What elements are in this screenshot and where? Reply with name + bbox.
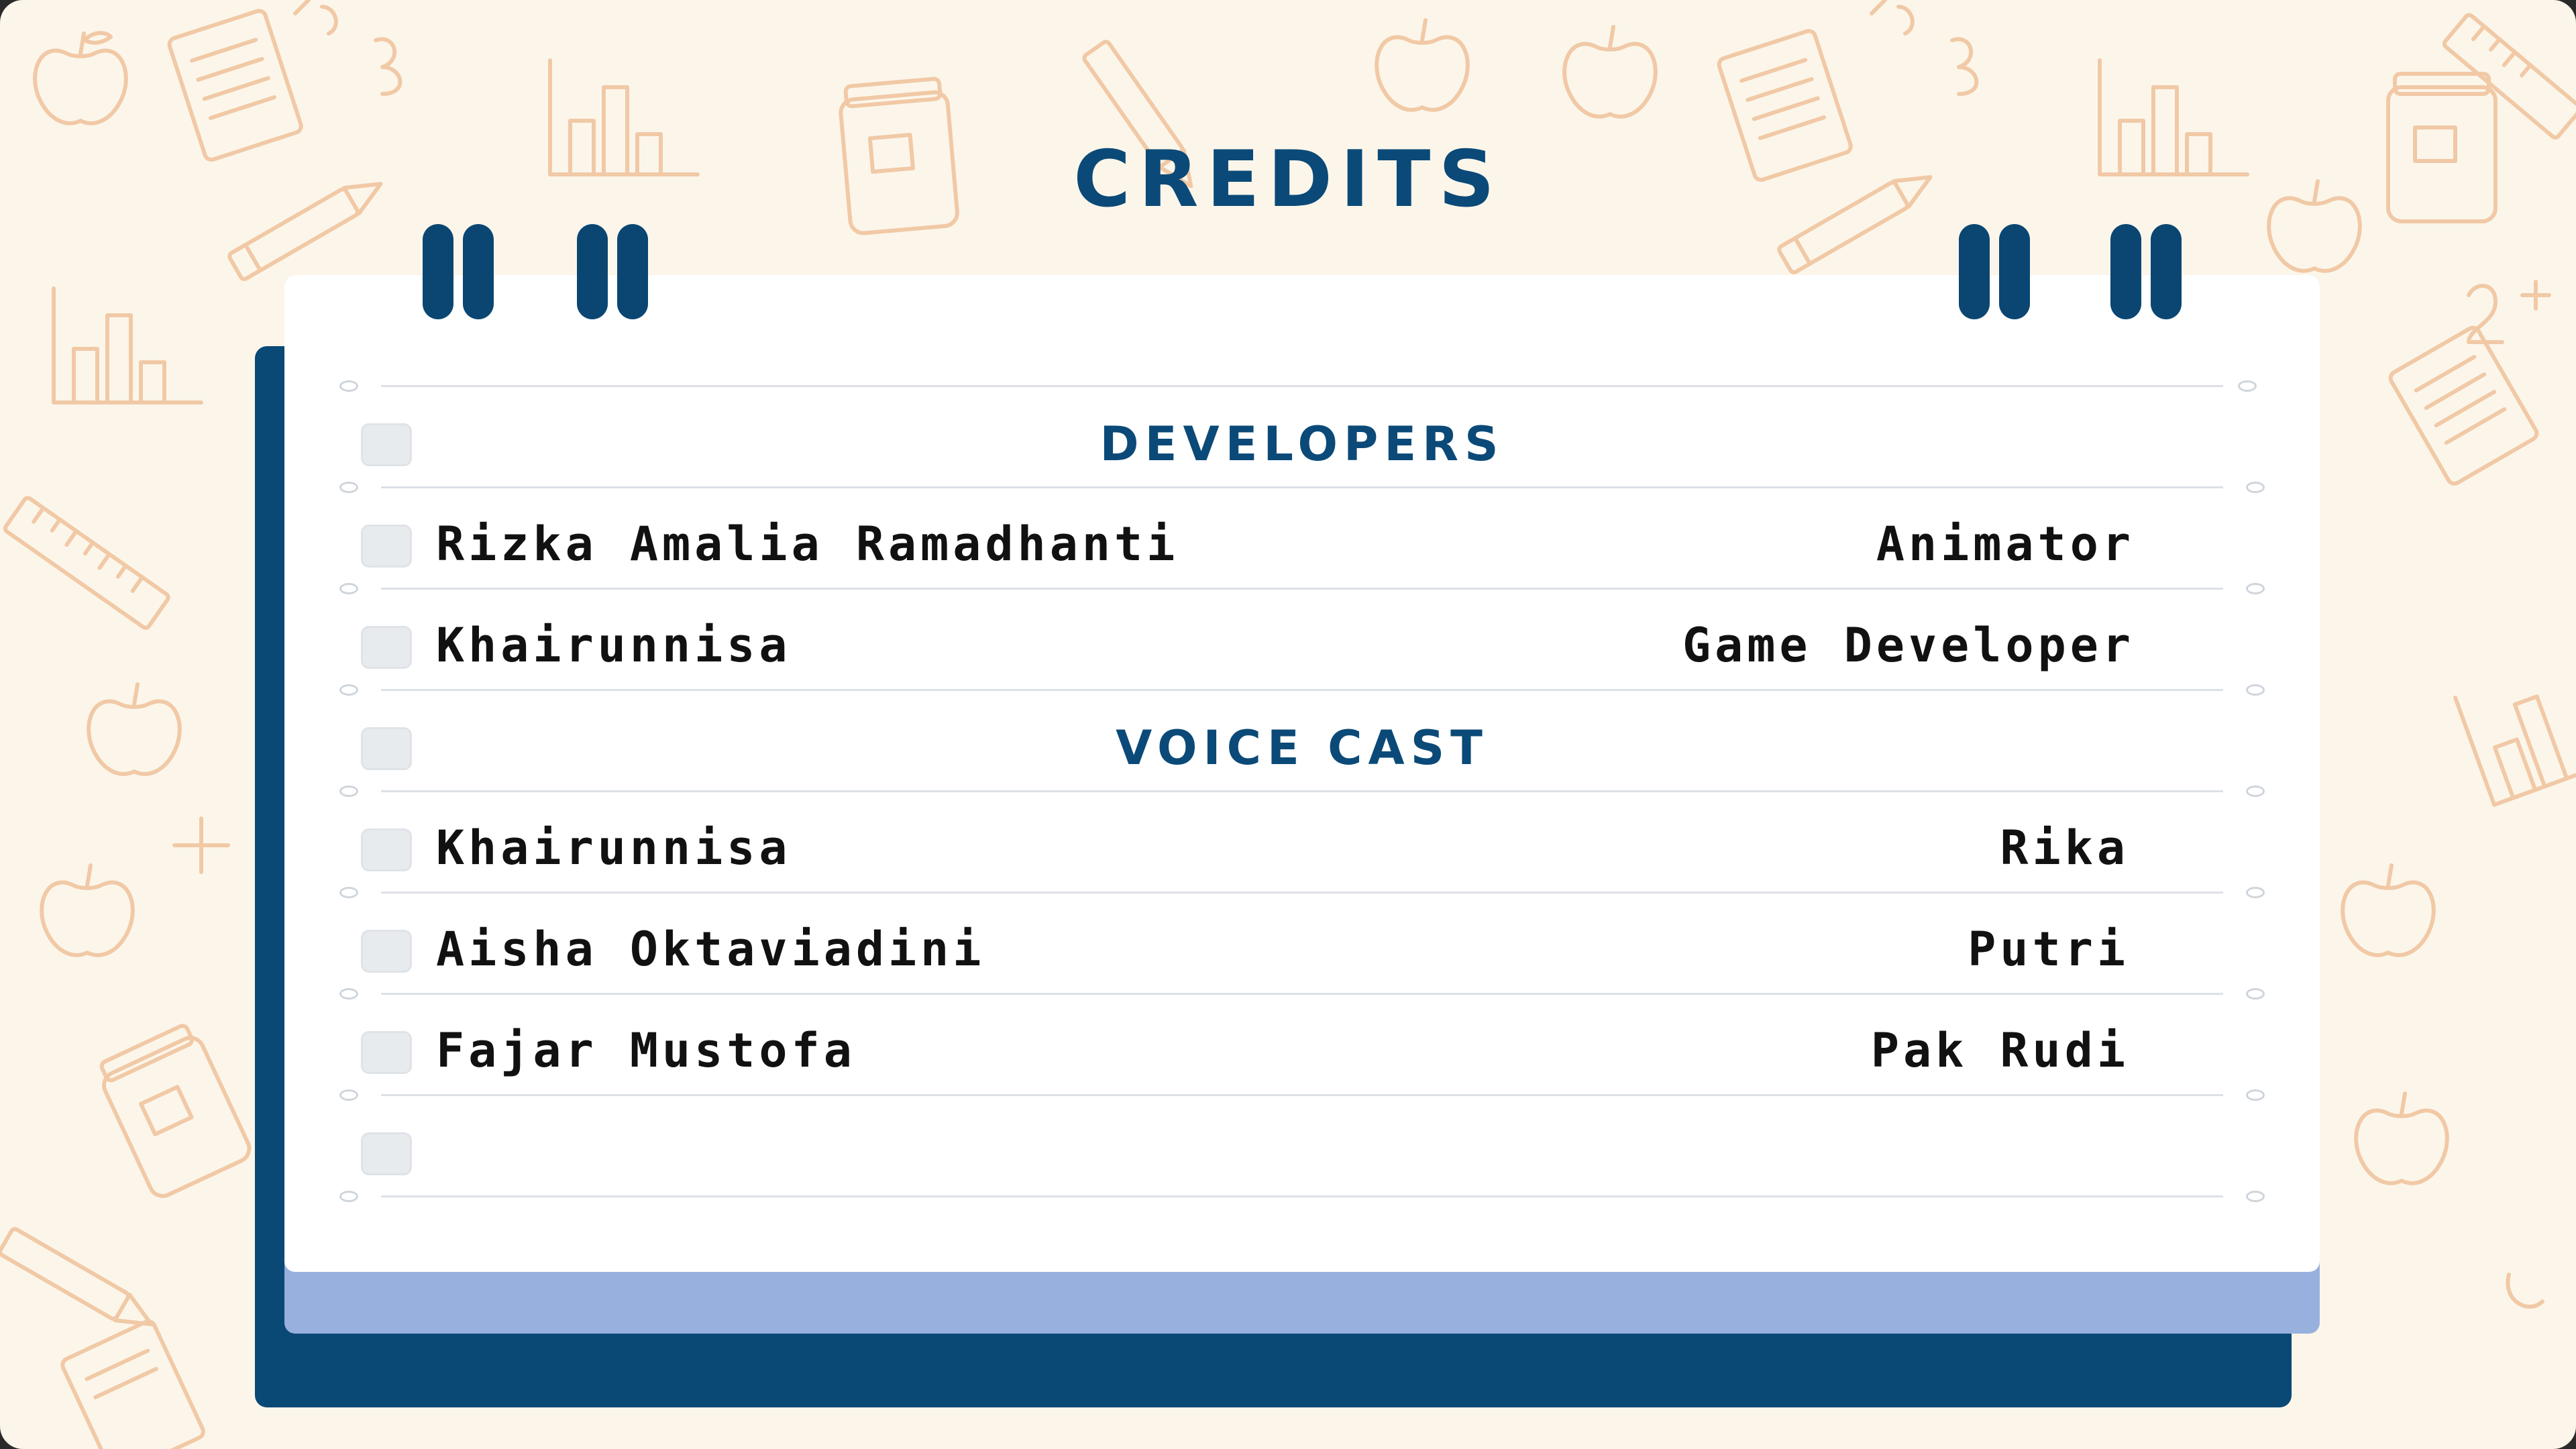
apple-icon bbox=[40, 863, 135, 957]
credit-name: Khairunnisa bbox=[436, 820, 792, 875]
credit-row: Aisha Oktaviadini Putri bbox=[284, 894, 2320, 1000]
credit-name: Fajar Mustofa bbox=[436, 1023, 856, 1078]
credit-role: Pak Rudi bbox=[1870, 1023, 2129, 1078]
apple-icon bbox=[1562, 25, 1658, 119]
credits-screen: CREDITS DEVELOPERS Rizka Amalia Ramadhan… bbox=[0, 0, 2576, 1449]
credit-row: Rizka Amalia Ramadhanti Animator bbox=[284, 488, 2320, 594]
apple-icon bbox=[2354, 1091, 2449, 1185]
checkbox bbox=[361, 1132, 412, 1175]
credit-row: Khairunnisa Game Developer bbox=[284, 590, 2320, 696]
binder-clip bbox=[2151, 224, 2182, 319]
notebook-icon bbox=[60, 1319, 205, 1449]
section-header-developers: DEVELOPERS bbox=[284, 387, 2320, 493]
checkbox bbox=[361, 626, 412, 669]
credit-role: Animator bbox=[1876, 517, 2135, 572]
pencil-icon bbox=[0, 1227, 154, 1327]
credit-name: Aisha Oktaviadini bbox=[436, 922, 985, 977]
apple-icon bbox=[2341, 863, 2436, 957]
apple-icon bbox=[33, 31, 128, 125]
binder-clip bbox=[617, 224, 648, 319]
checkbox bbox=[361, 1031, 412, 1074]
binder-clip bbox=[463, 224, 494, 319]
jar-icon bbox=[99, 1024, 252, 1198]
credit-role: Rika bbox=[2000, 820, 2129, 875]
ruler-icon bbox=[2442, 13, 2576, 140]
checkbox bbox=[361, 828, 412, 871]
page-title: CREDITS bbox=[1073, 134, 1503, 225]
credit-name: Rizka Amalia Ramadhanti bbox=[436, 517, 1179, 572]
credit-role: Game Developer bbox=[1682, 618, 2135, 673]
binder-clip bbox=[2110, 224, 2141, 319]
credit-role: Putri bbox=[1968, 922, 2129, 977]
bar-chart-icon bbox=[52, 286, 203, 405]
ruled-line bbox=[381, 1195, 2223, 1197]
empty-row bbox=[284, 1096, 2320, 1202]
section-header-voice-cast: VOICE CAST bbox=[284, 691, 2320, 797]
credit-row: Khairunnisa Rika bbox=[284, 792, 2320, 898]
binder-clip bbox=[577, 224, 608, 319]
margin-hole bbox=[339, 1191, 358, 1202]
checkbox bbox=[361, 930, 412, 973]
ruler-icon bbox=[3, 496, 170, 630]
credit-row: Fajar Mustofa Pak Rudi bbox=[284, 995, 2320, 1101]
binder-clip bbox=[1959, 224, 1990, 319]
notebook-icon bbox=[2388, 325, 2539, 486]
section-title: DEVELOPERS bbox=[1099, 417, 1505, 472]
bar-chart-icon bbox=[2453, 694, 2576, 807]
apple-icon bbox=[87, 682, 182, 776]
margin-hole bbox=[2246, 1191, 2265, 1202]
apple-icon bbox=[1375, 18, 1470, 112]
section-title: VOICE CAST bbox=[1116, 720, 1489, 775]
credit-name: Khairunnisa bbox=[436, 618, 792, 673]
binder-clip bbox=[1999, 224, 2030, 319]
checkbox bbox=[361, 525, 412, 568]
binder-clip bbox=[423, 224, 453, 319]
